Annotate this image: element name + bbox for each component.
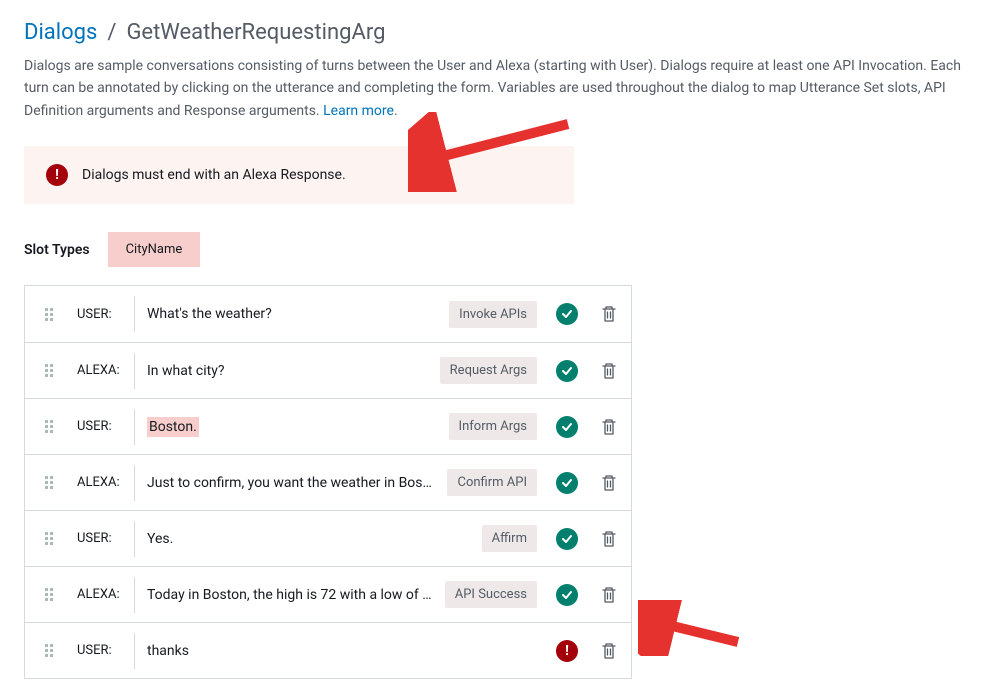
dialog-row[interactable]: USER: Boston. Inform Args (25, 398, 631, 454)
slot-type-tag[interactable]: CityName (108, 232, 201, 267)
trash-icon (601, 642, 617, 660)
action-tag[interactable]: Inform Args (449, 413, 537, 440)
drag-handle-icon[interactable] (25, 420, 73, 433)
utterance-text: In what city? (147, 363, 224, 379)
speaker-label: USER: (73, 296, 135, 332)
trash-icon (601, 474, 617, 492)
action-tag[interactable]: Request Args (440, 357, 537, 384)
speaker-label: USER: (73, 409, 135, 445)
status-ok-icon (547, 416, 587, 438)
delete-row-button[interactable] (587, 642, 631, 660)
utterance-text: Boston. (147, 417, 199, 437)
action-tag-cell: Confirm API (447, 469, 547, 496)
drag-handle-icon[interactable] (25, 588, 73, 601)
utterance-cell[interactable]: Just to confirm, you want the weather in… (135, 475, 447, 491)
dialog-row[interactable]: ALEXA: Today in Boston, the high is 72 wi… (25, 566, 631, 622)
utterance-cell[interactable]: thanks (135, 643, 537, 659)
speaker-label: ALEXA: (73, 465, 135, 501)
description-period: . (394, 103, 398, 119)
action-tag[interactable]: API Success (445, 581, 537, 608)
dialog-table: USER: What's the weather? Invoke APIs ALEXA… (24, 285, 632, 679)
utterance-text: thanks (147, 643, 189, 659)
action-tag-cell: Invoke APIs (449, 301, 547, 328)
description-text: Dialogs are sample conversations consist… (24, 58, 961, 119)
utterance-cell[interactable]: What's the weather? (135, 306, 449, 322)
slot-types-section: Slot Types CityName (24, 232, 971, 267)
utterance-text: Just to confirm, you want the weather in… (147, 475, 435, 491)
dialog-row[interactable]: ALEXA: Just to confirm, you want the weat… (25, 454, 631, 510)
drag-handle-icon[interactable] (25, 532, 73, 545)
utterance-cell[interactable]: In what city? (135, 363, 440, 379)
breadcrumb-separator: / (107, 20, 116, 45)
delete-row-button[interactable] (587, 305, 631, 323)
utterance-cell[interactable]: Boston. (135, 417, 449, 437)
utterance-text: Today in Boston, the high is 72 with a l… (147, 587, 433, 603)
slot-types-label: Slot Types (24, 242, 90, 258)
delete-row-button[interactable] (587, 418, 631, 436)
status-ok-icon (547, 472, 587, 494)
delete-row-button[interactable] (587, 474, 631, 492)
alert-error-icon: ! (46, 164, 68, 186)
action-tag-cell: API Success (445, 581, 547, 608)
utterance-text: Yes. (147, 531, 173, 547)
action-tag-cell: Inform Args (449, 413, 547, 440)
utterance-cell[interactable]: Today in Boston, the high is 72 with a l… (135, 587, 445, 603)
dialog-row[interactable]: USER: thanks! (25, 622, 631, 678)
dialog-row[interactable]: USER: Yes. Affirm (25, 510, 631, 566)
learn-more-link[interactable]: Learn more (323, 103, 394, 119)
drag-handle-icon[interactable] (25, 308, 73, 321)
drag-handle-icon[interactable] (25, 476, 73, 489)
delete-row-button[interactable] (587, 530, 631, 548)
drag-handle-icon[interactable] (25, 364, 73, 377)
validation-alert: ! Dialogs must end with an Alexa Respons… (24, 146, 574, 204)
utterance-text: What's the weather? (147, 306, 272, 322)
action-tag[interactable]: Affirm (482, 525, 537, 552)
dialog-row[interactable]: USER: What's the weather? Invoke APIs (25, 286, 631, 342)
speaker-label: ALEXA: (73, 577, 135, 613)
speaker-label: ALEXA: (73, 353, 135, 389)
trash-icon (601, 305, 617, 323)
status-ok-icon (547, 528, 587, 550)
annotation-arrow-icon (638, 600, 748, 656)
utterance-cell[interactable]: Yes. (135, 531, 482, 547)
delete-row-button[interactable] (587, 586, 631, 604)
drag-handle-icon[interactable] (25, 644, 73, 657)
trash-icon (601, 530, 617, 548)
breadcrumb-current: GetWeatherRequestingArg (126, 20, 385, 45)
action-tag-cell: Affirm (482, 525, 547, 552)
dialog-row[interactable]: ALEXA: In what city? Request Args (25, 342, 631, 398)
speaker-label: USER: (73, 521, 135, 557)
trash-icon (601, 418, 617, 436)
action-tag-cell: Request Args (440, 357, 547, 384)
breadcrumb: Dialogs / GetWeatherRequestingArg (24, 20, 971, 45)
speaker-label: USER: (73, 633, 135, 669)
trash-icon (601, 362, 617, 380)
trash-icon (601, 586, 617, 604)
action-tag[interactable]: Confirm API (447, 469, 537, 496)
alert-text: Dialogs must end with an Alexa Response. (82, 167, 346, 183)
status-ok-icon (547, 584, 587, 606)
delete-row-button[interactable] (587, 362, 631, 380)
breadcrumb-parent-link[interactable]: Dialogs (24, 20, 97, 45)
status-ok-icon (547, 360, 587, 382)
status-ok-icon (547, 303, 587, 325)
status-error-icon: ! (547, 640, 587, 662)
page-description: Dialogs are sample conversations consist… (24, 55, 971, 122)
action-tag[interactable]: Invoke APIs (449, 301, 537, 328)
